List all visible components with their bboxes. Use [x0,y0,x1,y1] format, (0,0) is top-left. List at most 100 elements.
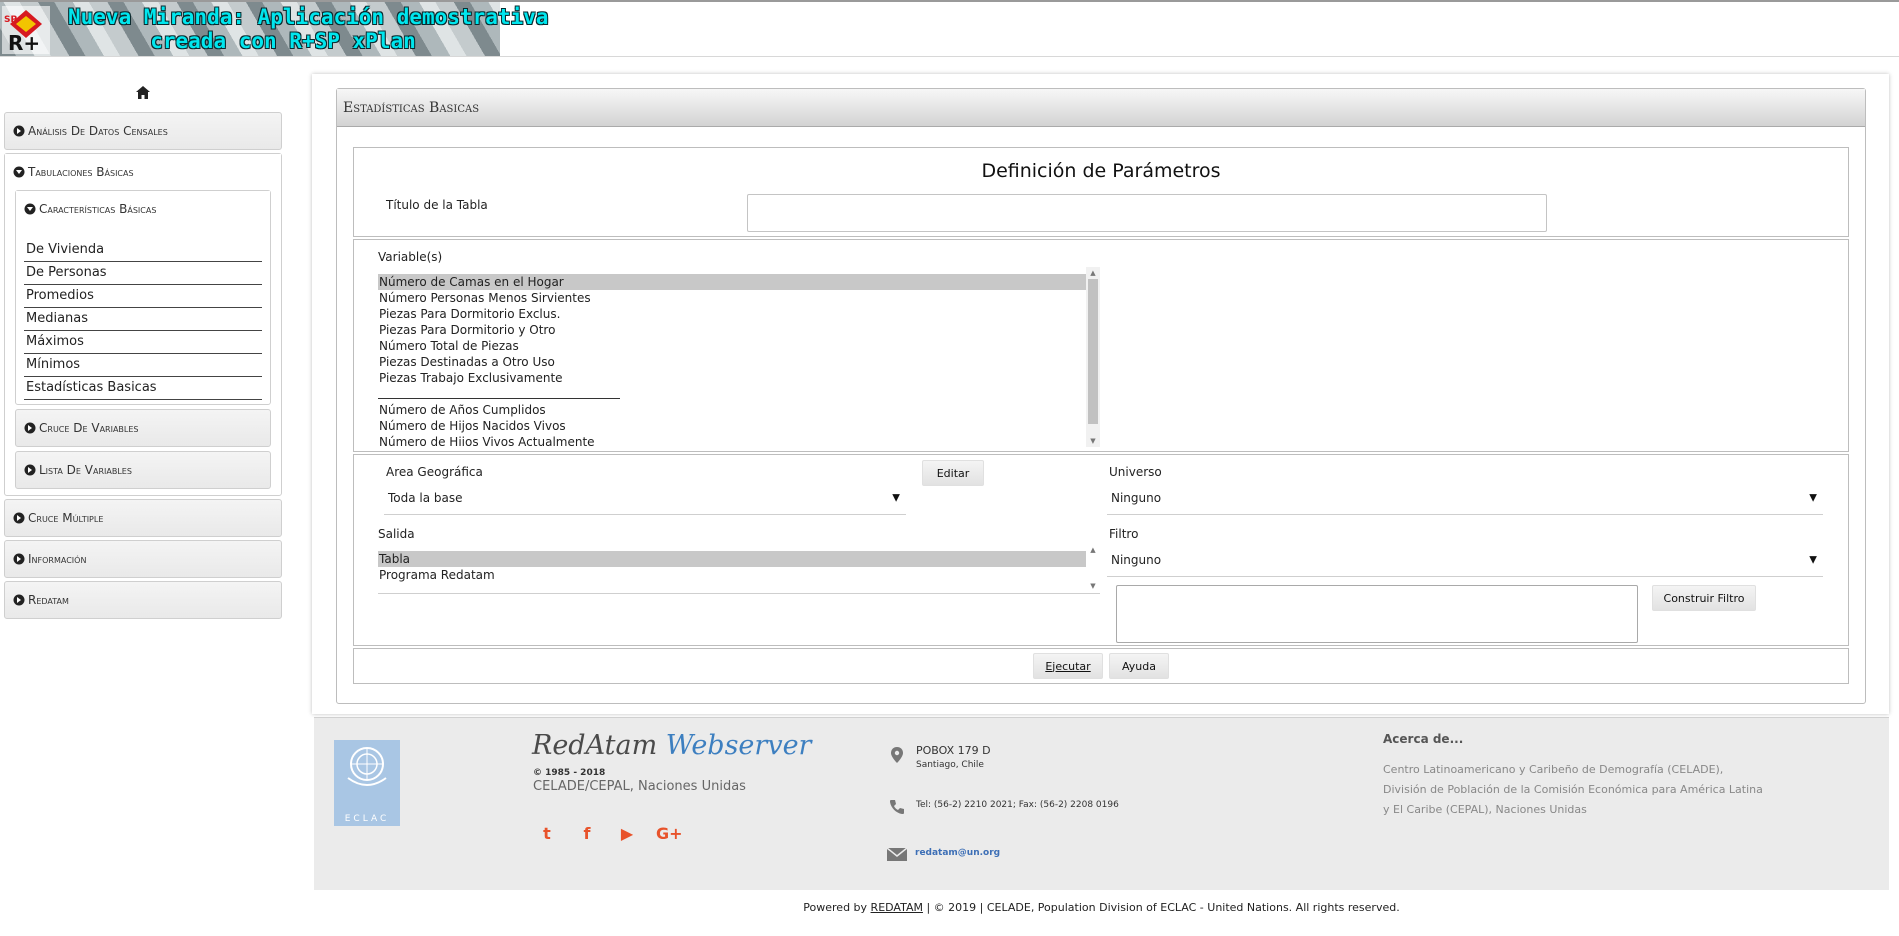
universe-select-value: Ninguno [1111,490,1162,505]
options-box: Area Geográfica Toda la base ▼ Editar Un… [353,454,1849,646]
variable-option[interactable]: Número de Años Cumplidos [378,402,1086,418]
banner: SP R+ Nueva Miranda: Aplicación demostra… [0,2,549,56]
tabulation-links: De Vivienda De Personas Promedios Median… [16,227,270,404]
params-box: Definición de Parámetros Título de la Ta… [353,147,1849,237]
output-option[interactable]: Tabla [378,551,1086,567]
link-de-personas[interactable]: De Personas [24,262,262,285]
link-de-vivienda[interactable]: De Vivienda [24,239,262,262]
list-separator [378,386,620,399]
link-minimos[interactable]: Mínimos [24,354,262,377]
powered-suffix: | © 2019 | CELADE, Population Division o… [926,901,1400,914]
variables-box: Variable(s) Número de Camas en el Hogar … [353,239,1849,452]
arrow-circle-right-icon [13,512,25,524]
filter-select-value: Ninguno [1111,552,1162,567]
svg-text:R+: R+ [8,31,40,54]
scroll-thumb[interactable] [1088,279,1098,424]
subsection-lista-variables-header[interactable]: Lista De Variables [16,452,270,488]
subsection-lista-variables: Lista De Variables [15,451,271,489]
subsection-caracteristicas-header[interactable]: Características Básicas [16,191,270,227]
section-redatam-header[interactable]: Redatam [5,582,281,618]
output-option[interactable]: Programa Redatam [378,567,1086,583]
facebook-icon[interactable]: f [576,824,598,843]
arrow-circle-right-icon [24,464,36,476]
link-maximos[interactable]: Máximos [24,331,262,354]
section-tabulaciones: Tabulaciones Básicas Características Bás… [4,153,282,496]
output-list[interactable]: Tabla Programa Redatam [378,551,1086,585]
variable-option[interactable]: Número Total de Piezas [378,338,1086,354]
area-select[interactable]: Toda la base ▼ [384,481,906,515]
section-analisis-header[interactable]: Análisis De Datos Censales [5,113,281,149]
arrow-circle-right-icon [24,422,36,434]
social-links: t f ▶ G+ [536,824,683,843]
run-button[interactable]: Ejecutar [1033,653,1103,679]
build-filter-button[interactable]: Construir Filtro [1652,585,1756,611]
variable-option[interactable]: Piezas Destinadas a Otro Uso [378,354,1086,370]
footer-email[interactable]: redatam@un.org [915,848,1000,858]
filter-select[interactable]: Ninguno ▼ [1107,543,1823,577]
section-informacion: Información [4,540,282,578]
link-promedios[interactable]: Promedios [24,285,262,308]
universe-label: Universo [1109,465,1162,479]
variable-option[interactable]: Piezas Trabajo Exclusivamente [378,370,1086,386]
filter-textarea[interactable] [1116,585,1638,643]
help-button[interactable]: Ayuda [1109,653,1169,679]
subsection-cruce-variables-header[interactable]: Cruce De Variables [16,410,270,446]
variables-label: Variable(s) [378,250,443,264]
variable-option[interactable]: Piezas Para Dormitorio y Otro [378,322,1086,338]
section-cruce-multiple-header[interactable]: Cruce Múltiple [5,500,281,536]
arrow-circle-down-icon [24,203,36,215]
stats-panel: Estadísticas Basicas Definición de Parám… [336,88,1866,704]
scroll-up-icon[interactable]: ▲ [1086,267,1100,279]
svg-text:SP: SP [4,15,17,25]
home-icon[interactable] [136,86,150,99]
arrow-circle-right-icon [13,594,25,606]
rsp-logo: SP R+ [2,6,50,54]
envelope-icon [886,847,908,861]
variables-list[interactable]: Número de Camas en el Hogar Número Perso… [378,274,1086,446]
section-informacion-header[interactable]: Información [5,541,281,577]
address-line1: POBOX 179 D [916,744,991,757]
google-plus-icon[interactable]: G+ [656,824,683,843]
link-estadisticas-basicas[interactable]: Estadísticas Basicas [24,377,262,400]
variable-option[interactable]: Número Personas Menos Sirvientes [378,290,1086,306]
output-label: Salida [378,527,415,541]
caret-down-icon: ▼ [892,492,900,503]
edit-button[interactable]: Editar [922,460,984,486]
brand-webserver: Webserver [665,730,812,761]
scroll-up-icon[interactable]: ▲ [1086,544,1100,556]
table-title-input[interactable] [747,194,1547,232]
youtube-icon[interactable]: ▶ [616,824,638,843]
scroll-down-icon[interactable]: ▼ [1086,580,1100,592]
scroll-down-icon[interactable]: ▼ [1086,435,1100,447]
banner-title-line1: Nueva Miranda: Aplicación demostrativa [68,5,549,29]
variable-option[interactable]: Número de Camas en el Hogar [378,274,1086,290]
universe-select[interactable]: Ninguno ▼ [1107,481,1823,515]
variable-option[interactable]: Número de Hijos Nacidos Vivos [378,418,1086,434]
footer-org: CELADE/CEPAL, Naciones Unidas [533,779,746,794]
section-redatam: Redatam [4,581,282,619]
caret-down-icon: ▼ [1809,492,1817,503]
banner-title-line2: creada con R+SP xPlan [150,29,416,53]
powered-by-bar: Powered by REDATAM | © 2019 | CELADE, Po… [314,890,1889,926]
twitter-icon[interactable]: t [536,824,558,843]
area-label: Area Geográfica [386,465,483,479]
about-title: Acerca de... [1383,732,1464,746]
variables-scrollbar[interactable]: ▲ ▼ [1086,267,1100,447]
actions-box: Ejecutar Ayuda [353,648,1849,684]
section-tabulaciones-header[interactable]: Tabulaciones Básicas [5,154,281,190]
subsection-cruce-variables-label: Cruce De Variables [39,421,139,435]
output-scrollbar[interactable]: ▲ ▼ [1086,544,1100,592]
link-medianas[interactable]: Medianas [24,308,262,331]
caret-down-icon: ▼ [1809,554,1817,565]
variable-option[interactable]: Número de Hijos Vivos Actualmente [378,434,1086,446]
un-eclac-logo: ECLAC [334,740,400,826]
home-link[interactable] [4,84,282,112]
redatam-link[interactable]: REDATAM [871,901,923,914]
table-title-label: Título de la Tabla [386,198,488,212]
un-emblem-icon [347,747,387,786]
phone-icon [890,800,904,814]
variable-option[interactable]: Piezas Para Dormitorio Exclus. [378,306,1086,322]
section-analisis-label: Análisis De Datos Censales [28,124,168,138]
section-informacion-label: Información [28,552,87,566]
section-cruce-multiple: Cruce Múltiple [4,499,282,537]
